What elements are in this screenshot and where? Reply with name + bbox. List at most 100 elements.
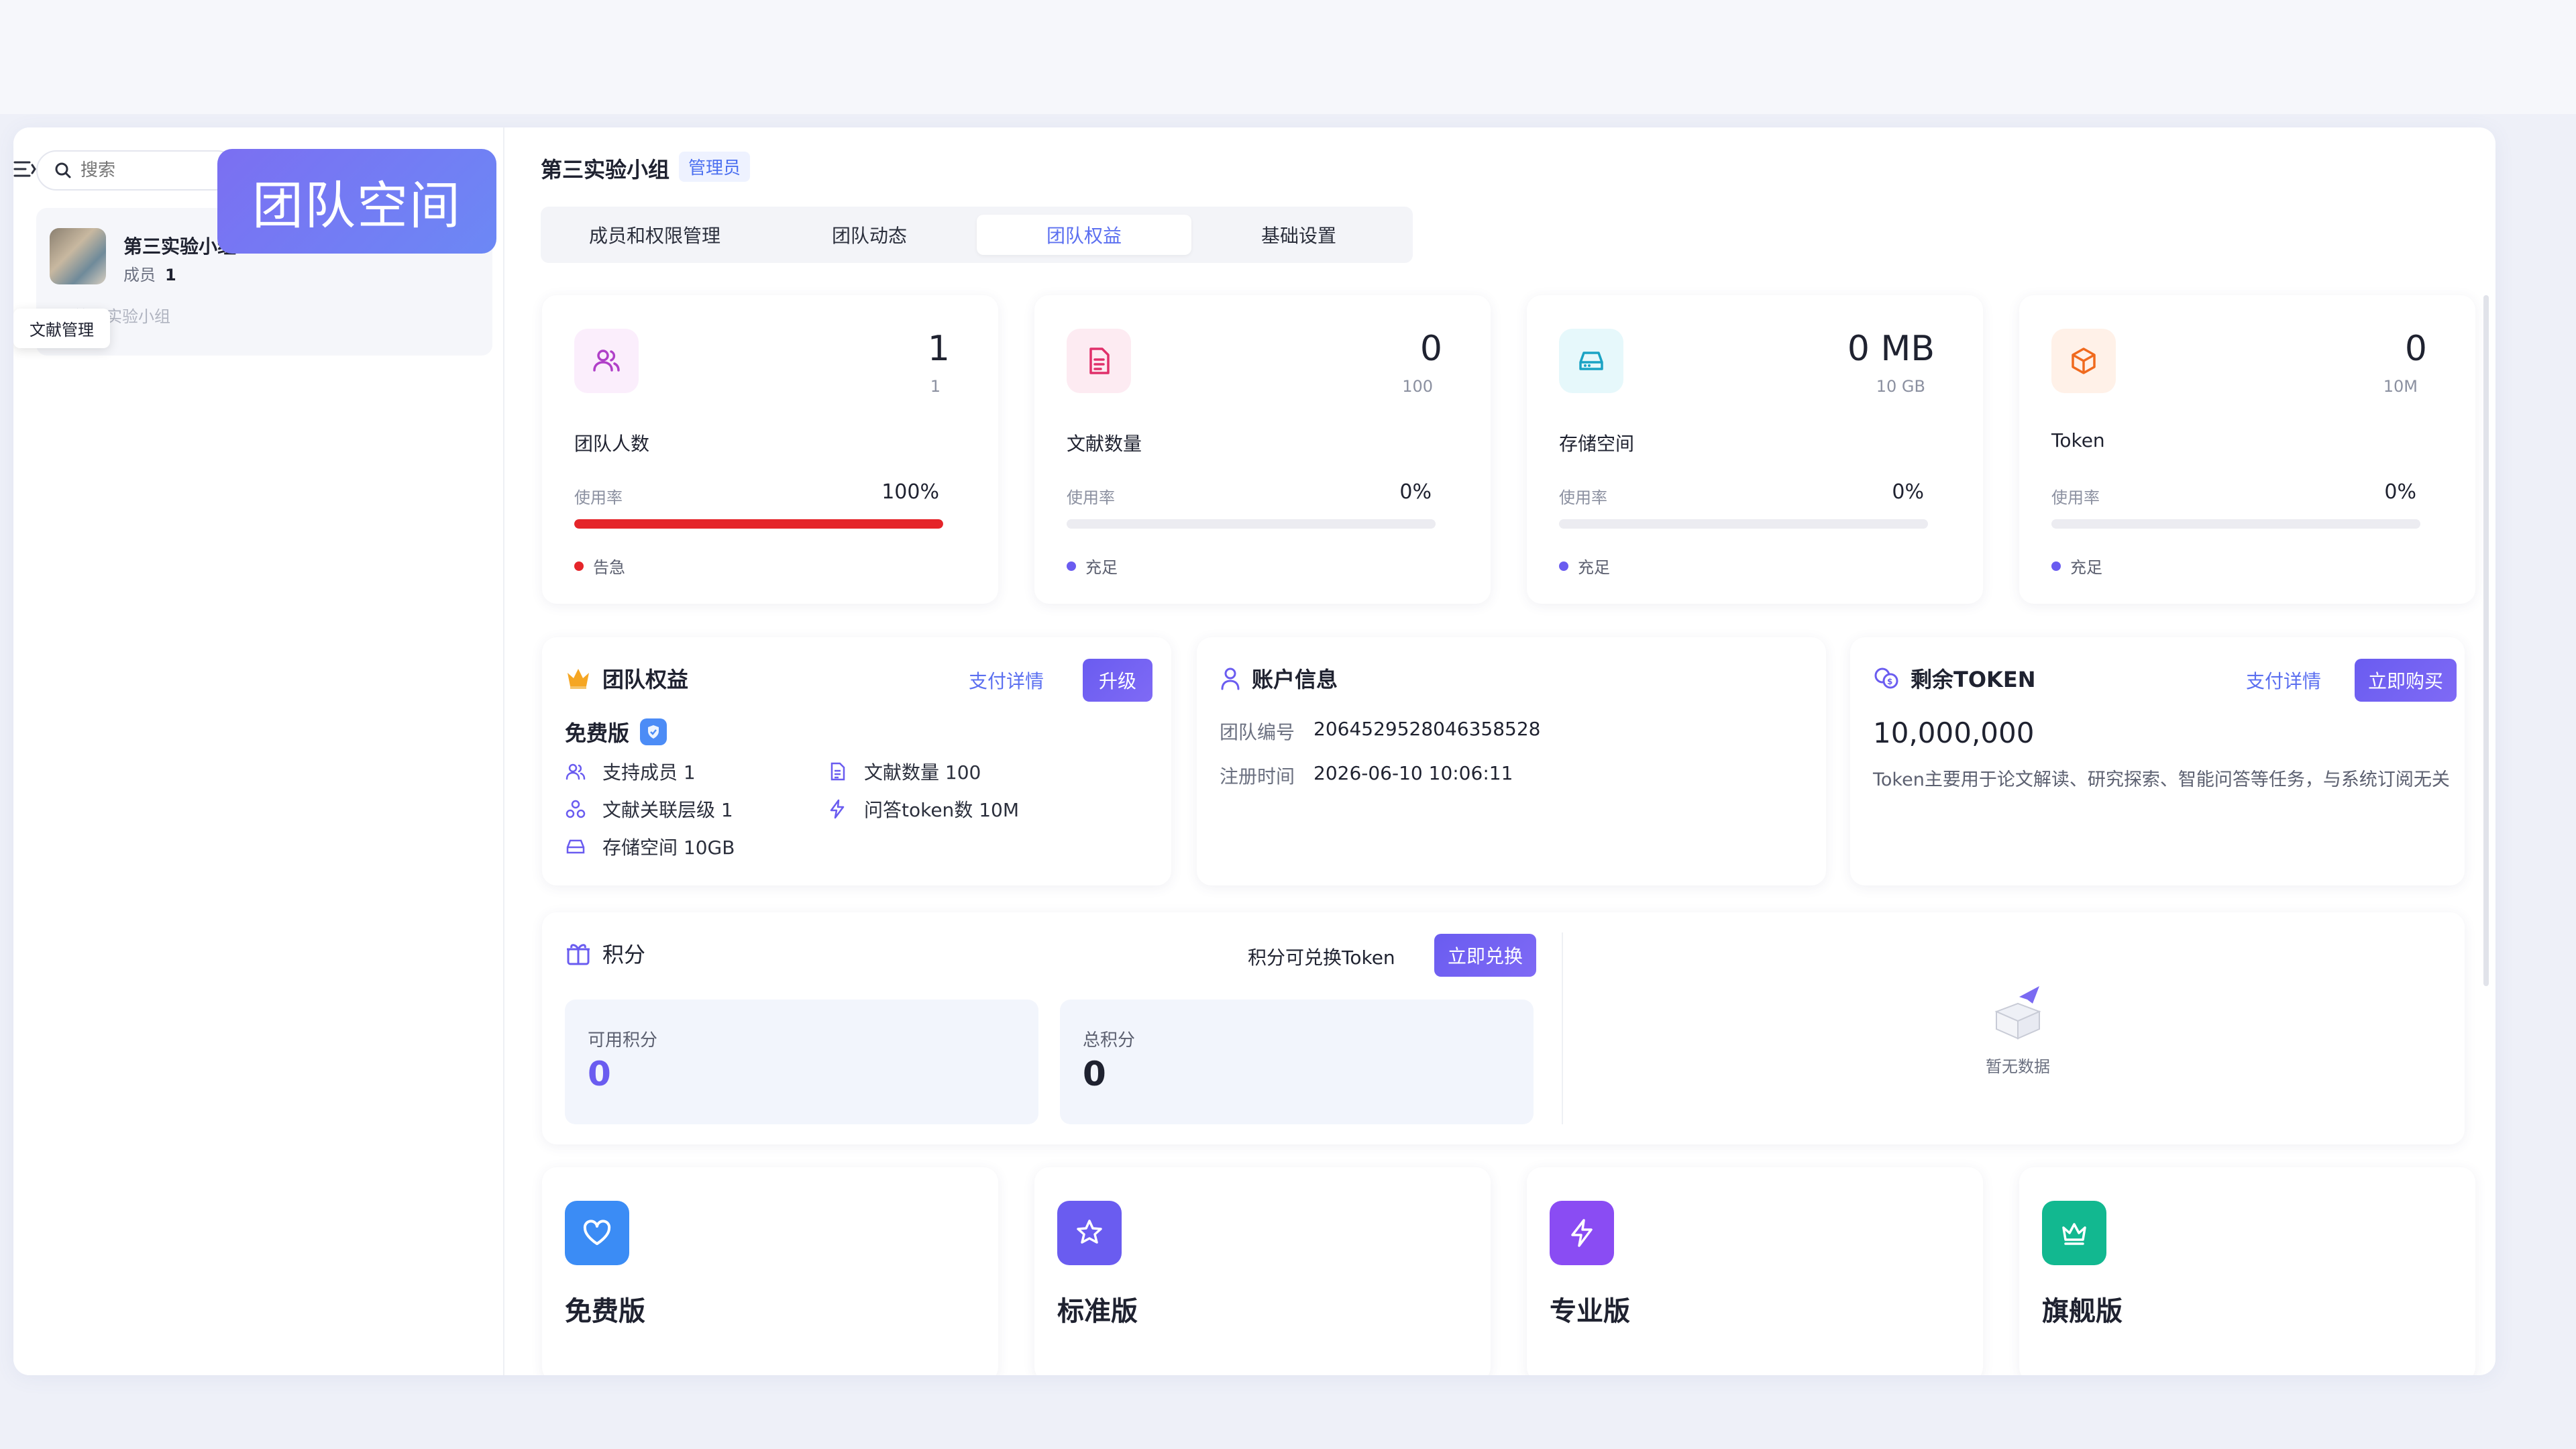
upgrade-button[interactable]: 升级 bbox=[1083, 659, 1152, 702]
benefits-card: 团队权益 支付详情 升级 免费版 支持成员 1 文献数量 100 文献关联层级 … bbox=[542, 637, 1171, 885]
document-icon bbox=[830, 762, 845, 781]
stat-card-members: 1 1 团队人数 使用率 100% 告急 bbox=[542, 295, 998, 604]
stat-value: 0 bbox=[2404, 329, 2427, 369]
app-window: 第三实验小组 成员1 第三实验小组 文献管理 团队空间 第三实验小组 管理员 成… bbox=[13, 127, 2496, 1375]
account-info-title: 账户信息 bbox=[1252, 667, 1338, 692]
collapse-sidebar-icon[interactable] bbox=[13, 158, 36, 181]
stat-label: 团队人数 bbox=[574, 433, 650, 455]
account-info-card: 账户信息 团队编号 2064529528046358528 注册时间 2026-06… bbox=[1197, 637, 1826, 885]
feature-storage: 存储空间 10GB bbox=[565, 833, 735, 860]
points-card: 积分 积分可兑换Token 立即兑换 可用积分 0 总积分 0 暂无数据 bbox=[542, 912, 2465, 1144]
total-points-box: 总积分 0 bbox=[1060, 1000, 1534, 1124]
usage-percent: 0% bbox=[1399, 480, 1432, 504]
empty-box-icon bbox=[1994, 986, 2041, 1040]
plan-name: 专业版 bbox=[1550, 1296, 1630, 1327]
stat-label: 文献数量 bbox=[1067, 433, 1142, 455]
scrollbar[interactable] bbox=[2483, 295, 2489, 986]
tooltip-literature: 文献管理 bbox=[13, 309, 110, 348]
usage-bar bbox=[1559, 519, 1928, 529]
tab-team-activity[interactable]: 团队动态 bbox=[762, 215, 977, 255]
team-id-row: 团队编号 2064529528046358528 bbox=[1220, 718, 1541, 743]
available-points-box: 可用积分 0 bbox=[565, 1000, 1038, 1124]
status-dot bbox=[1067, 561, 1076, 571]
total-points-value: 0 bbox=[1083, 1055, 1106, 1093]
overlay-title-badge: 团队空间 bbox=[217, 149, 496, 254]
available-points-label: 可用积分 bbox=[588, 1030, 658, 1051]
usage-bar bbox=[1067, 519, 1436, 529]
buy-now-button[interactable]: 立即购买 bbox=[2355, 659, 2457, 702]
plan-name: 旗舰版 bbox=[2042, 1296, 2123, 1327]
remaining-token-card: $ 剩余TOKEN 支付详情 立即购买 10,000,000 Token主要用于… bbox=[1850, 637, 2465, 885]
tab-members-permissions[interactable]: 成员和权限管理 bbox=[547, 215, 762, 255]
benefits-payment-details-link[interactable]: 支付详情 bbox=[969, 667, 1044, 694]
usage-label: 使用率 bbox=[2051, 488, 2100, 507]
feature-documents: 文献数量 100 bbox=[826, 758, 981, 785]
stat-limit: 100 bbox=[1402, 377, 1433, 396]
usage-percent: 100% bbox=[881, 480, 939, 504]
usage-label: 使用率 bbox=[1067, 488, 1115, 507]
points-exchange-label: 积分可兑换Token bbox=[1248, 947, 1395, 969]
user-group-icon bbox=[566, 763, 586, 780]
search-box[interactable] bbox=[36, 150, 237, 191]
plan-card-flagship[interactable]: 旗舰版 bbox=[2019, 1167, 2475, 1375]
plan-card-pro[interactable]: 专业版 bbox=[1527, 1167, 1983, 1375]
team-id-value: 2064529528046358528 bbox=[1313, 718, 1541, 740]
background-top bbox=[0, 0, 2576, 114]
team-members: 成员 1 bbox=[123, 266, 176, 284]
exchange-now-button[interactable]: 立即兑换 bbox=[1434, 934, 1536, 977]
crown-icon bbox=[2062, 1223, 2086, 1245]
feature-link-levels: 文献关联层级 1 bbox=[565, 796, 733, 822]
token-payment-details-link[interactable]: 支付详情 bbox=[2246, 667, 2321, 694]
remaining-token-title: 剩余TOKEN bbox=[1911, 667, 2036, 692]
shield-check-icon bbox=[648, 725, 659, 739]
document-icon bbox=[1089, 347, 1110, 374]
lightning-icon bbox=[1571, 1219, 1593, 1247]
lightning-icon bbox=[830, 799, 845, 819]
team-members-icon bbox=[593, 350, 620, 372]
sidebar: 第三实验小组 成员1 第三实验小组 文献管理 团队空间 bbox=[13, 127, 504, 1375]
points-divider bbox=[1562, 932, 1563, 1124]
usage-bar bbox=[574, 519, 943, 529]
points-title: 积分 bbox=[602, 942, 646, 967]
plan-card-free[interactable]: 免费版 bbox=[542, 1167, 998, 1375]
usage-bar-fill bbox=[574, 519, 943, 529]
tab-team-benefits[interactable]: 团队权益 bbox=[977, 215, 1191, 255]
stat-label: Token bbox=[2051, 429, 2105, 451]
stat-limit: 10 GB bbox=[1876, 377, 1925, 396]
tab-basic-settings[interactable]: 基础设置 bbox=[1191, 215, 1406, 255]
search-input[interactable] bbox=[79, 160, 216, 181]
storage-icon bbox=[566, 839, 585, 854]
usage-label: 使用率 bbox=[574, 488, 623, 507]
role-badge: 管理员 bbox=[679, 152, 751, 182]
status-indicator: 告急 bbox=[574, 554, 625, 578]
stat-limit: 1 bbox=[930, 377, 941, 396]
usage-label: 使用率 bbox=[1559, 488, 1607, 507]
stat-card-storage: 0 MB 10 GB 存储空间 使用率 0% 充足 bbox=[1527, 295, 1983, 604]
page-title: 第三实验小组 bbox=[541, 157, 670, 182]
status-indicator: 充足 bbox=[1067, 554, 1118, 578]
status-dot bbox=[574, 561, 584, 571]
status-dot bbox=[2051, 561, 2061, 571]
storage-icon bbox=[1579, 352, 1603, 370]
search-icon bbox=[55, 162, 71, 178]
user-icon bbox=[1221, 667, 1240, 690]
star-icon bbox=[1077, 1220, 1102, 1244]
plan-card-standard[interactable]: 标准版 bbox=[1034, 1167, 1491, 1375]
tab-bar: 成员和权限管理 团队动态 团队权益 基础设置 bbox=[541, 207, 1413, 263]
stat-value: 1 bbox=[927, 329, 950, 369]
stat-value: 0 bbox=[1419, 329, 1442, 369]
crown-icon bbox=[568, 669, 589, 689]
stat-limit: 10M bbox=[2383, 377, 2418, 396]
empty-state-text: 暂无数据 bbox=[1986, 1057, 2050, 1076]
stat-label: 存储空间 bbox=[1559, 433, 1635, 455]
feature-qa-tokens: 问答token数 10M bbox=[826, 796, 1019, 822]
benefits-title: 团队权益 bbox=[602, 667, 689, 692]
coins-icon: $ bbox=[1874, 667, 1898, 689]
status-dot bbox=[1559, 561, 1568, 571]
total-points-label: 总积分 bbox=[1083, 1030, 1136, 1051]
link-level-icon bbox=[566, 800, 586, 818]
stat-value: 0 MB bbox=[1847, 329, 1935, 369]
stat-card-documents: 0 100 文献数量 使用率 0% 充足 bbox=[1034, 295, 1491, 604]
status-indicator: 充足 bbox=[2051, 554, 2102, 578]
plan-name: 标准版 bbox=[1057, 1296, 1138, 1327]
